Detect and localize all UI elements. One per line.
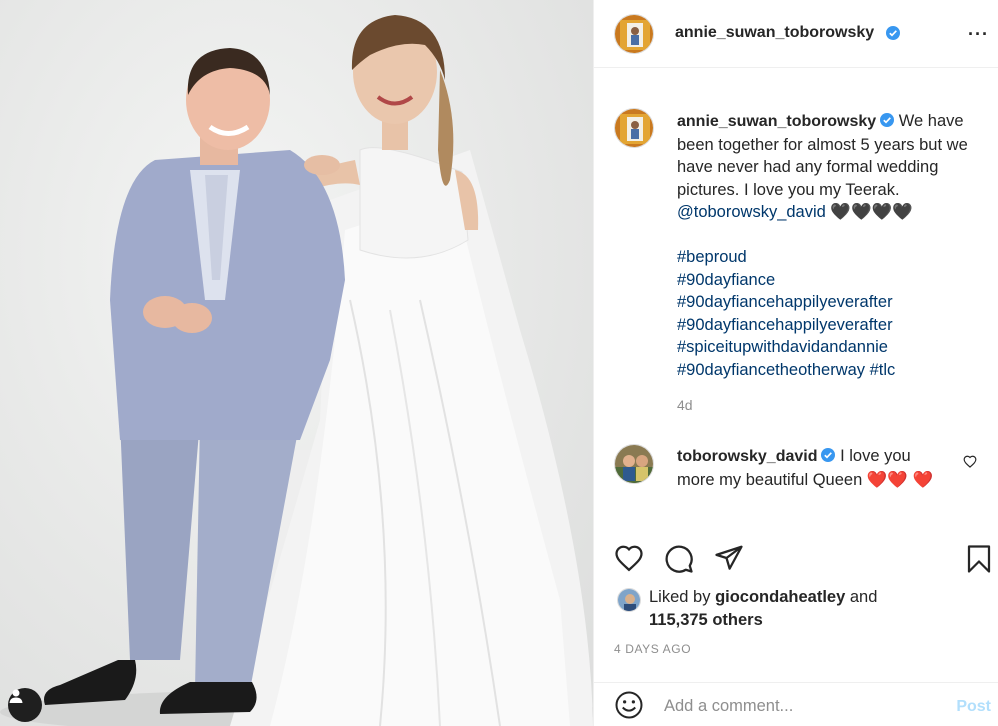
- caption-time[interactable]: 4d: [677, 397, 693, 413]
- mention-link[interactable]: @toborowsky_david: [677, 203, 826, 221]
- liker-username[interactable]: giocondaheatley: [715, 588, 845, 606]
- caption-body: annie_suwan_toborowsky We have been toge…: [677, 110, 977, 382]
- hashtag-link[interactable]: #spiceitupwithdavidandannie: [677, 336, 977, 359]
- post-header: annie_suwan_toborowsky ···: [594, 0, 998, 68]
- add-comment-bar: Post: [594, 682, 998, 726]
- post-details-panel: annie_suwan_toborowsky ··· annie_suwan_t…: [593, 0, 998, 726]
- action-bar: [594, 538, 998, 582]
- emoji-icon[interactable]: [614, 690, 644, 720]
- likes-count[interactable]: 115,375 others: [649, 611, 763, 629]
- comment-emojis: ❤️❤️ ❤️: [866, 470, 934, 489]
- verified-icon: [821, 448, 836, 462]
- comment-body: toborowsky_david I love you more my beau…: [677, 445, 945, 491]
- user-tag-icon[interactable]: [8, 688, 42, 722]
- likes-and: and: [849, 588, 878, 606]
- commenter-username[interactable]: toborowsky_david: [677, 448, 817, 465]
- heart-icon[interactable]: [614, 544, 644, 572]
- likes-prefix: Liked by: [649, 588, 711, 606]
- author-username[interactable]: annie_suwan_toborowsky: [675, 24, 874, 42]
- author-avatar[interactable]: [614, 14, 654, 54]
- more-options-icon[interactable]: ···: [968, 24, 989, 45]
- verified-icon: [880, 113, 895, 127]
- share-icon[interactable]: [714, 544, 744, 572]
- post-date[interactable]: 4 DAYS AGO: [614, 642, 691, 656]
- comment-input[interactable]: [664, 697, 934, 716]
- likes-summary: Liked by giocondaheatley and 115,375 oth…: [614, 586, 984, 631]
- post-comment-button[interactable]: Post: [956, 698, 991, 716]
- hashtag-link[interactable]: #90dayfiancehappilyeverafter: [677, 291, 977, 314]
- commenter-avatar[interactable]: [614, 444, 654, 484]
- bookmark-icon[interactable]: [966, 544, 992, 574]
- caption-author[interactable]: annie_suwan_toborowsky: [677, 113, 876, 130]
- comment-like-heart-icon[interactable]: [963, 455, 977, 468]
- post-photo[interactable]: [0, 0, 593, 726]
- hashtag-link[interactable]: #beproud: [677, 246, 977, 269]
- verified-icon: [886, 26, 900, 40]
- wedding-photo-illustration: [0, 15, 593, 726]
- hashtag-list: #beproud #90dayfiance #90dayfiancehappil…: [677, 246, 977, 382]
- hashtag-link[interactable]: #90dayfiance: [677, 269, 977, 292]
- hashtag-link[interactable]: #90dayfiancetheotherway #tlc: [677, 359, 977, 382]
- liker-avatar[interactable]: [617, 588, 641, 612]
- hashtag-link[interactable]: #90dayfiancehappilyeverafter: [677, 314, 977, 337]
- comment-icon[interactable]: [664, 544, 694, 574]
- caption-author-avatar[interactable]: [614, 108, 654, 148]
- caption-emojis: 🖤🖤🖤🖤: [830, 203, 913, 222]
